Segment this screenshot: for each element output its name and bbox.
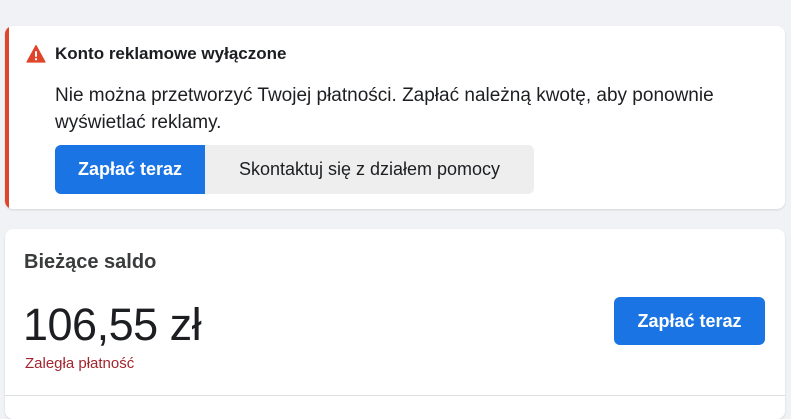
pay-now-button[interactable]: Zapłać teraz [55,145,205,194]
contact-support-button[interactable]: Skontaktuj się z działem pomocy [205,145,534,194]
warning-icon [26,44,46,64]
overdue-status: Zaległa płatność [25,355,135,372]
balance-pay-now-button[interactable]: Zapłać teraz [614,297,765,345]
ad-account-disabled-alert: Konto reklamowe wyłączone Nie można prze… [5,26,785,209]
current-balance-card: Bieżące saldo 106,55 zł Zaległa płatność… [5,229,785,419]
alert-title: Konto reklamowe wyłączone [55,44,287,63]
alert-message: Nie można przetworzyć Twojej płatności. … [55,85,714,133]
balance-amount: 106,55 zł [23,299,202,350]
divider [5,395,785,396]
balance-title: Bieżące saldo [24,251,157,273]
alert-header: Konto reklamowe wyłączone [26,43,286,65]
alert-accent-bar [5,26,9,209]
